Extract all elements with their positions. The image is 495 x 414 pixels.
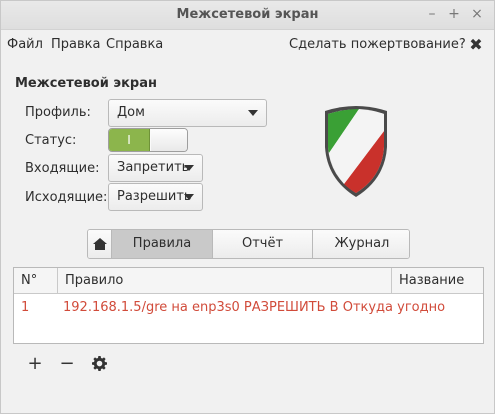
profile-select[interactable]: Дом — [108, 99, 267, 127]
menu-donate[interactable]: Сделать пожертвование? — [289, 37, 466, 52]
tab-home[interactable] — [88, 230, 112, 258]
profile-value: Дом — [117, 105, 145, 120]
remove-rule-button[interactable]: − — [56, 353, 78, 375]
view-tabs: Правила Отчёт Журнал — [87, 229, 410, 259]
header-num[interactable]: N° — [14, 268, 58, 294]
chevron-down-icon — [248, 110, 258, 116]
menu-bar: Файл Правка Справка Сделать пожертвовани… — [1, 31, 494, 59]
incoming-label: Входящие: — [25, 161, 100, 176]
header-name[interactable]: Название — [392, 268, 483, 294]
section-title: Межсетевой экран — [15, 76, 157, 91]
gear-icon — [91, 356, 107, 371]
chevron-down-icon — [184, 194, 194, 200]
incoming-select[interactable]: Запретить — [108, 154, 203, 182]
settings-button[interactable] — [88, 353, 110, 375]
incoming-value: Запретить — [117, 160, 190, 175]
outgoing-value: Разрешить — [117, 189, 192, 204]
app-window: Межсетевой экран – + × Файл Правка Справ… — [0, 0, 495, 414]
status-toggle-on: I — [109, 129, 150, 151]
header-rule[interactable]: Правило — [58, 268, 392, 294]
firewall-shield-icon — [325, 106, 387, 197]
window-title: Межсетевой экран — [176, 7, 319, 22]
tab-report[interactable]: Отчёт — [213, 230, 313, 258]
table-header: N° Правило Название — [14, 268, 483, 294]
row-num: 1 — [21, 300, 30, 315]
menu-edit[interactable]: Правка — [51, 37, 100, 52]
menu-close-icon[interactable]: ✖ — [468, 35, 484, 54]
add-rule-button[interactable]: + — [24, 353, 46, 375]
menu-file[interactable]: Файл — [7, 37, 43, 52]
outgoing-select[interactable]: Разрешить — [108, 183, 203, 211]
profile-label: Профиль: — [25, 105, 91, 120]
status-label: Статус: — [25, 133, 77, 148]
row-rule: 192.168.1.5/gre на enp3s0 РАЗРЕШИТЬ В От… — [63, 300, 446, 315]
outgoing-label: Исходящие: — [25, 190, 108, 205]
status-toggle-knob — [151, 129, 187, 151]
title-bar[interactable]: Межсетевой экран – + × — [1, 1, 494, 30]
status-toggle[interactable]: I — [108, 128, 188, 152]
tab-log[interactable]: Журнал — [313, 230, 409, 258]
menu-help[interactable]: Справка — [106, 37, 163, 52]
rules-table: N° Правило Название 1 192.168.1.5/gre на… — [13, 267, 484, 344]
tab-rules[interactable]: Правила — [112, 230, 213, 258]
maximize-button[interactable]: + — [445, 5, 463, 23]
close-button[interactable]: × — [468, 5, 486, 23]
home-icon — [93, 238, 107, 250]
minimize-button[interactable]: – — [423, 5, 441, 23]
chevron-down-icon — [184, 165, 194, 171]
